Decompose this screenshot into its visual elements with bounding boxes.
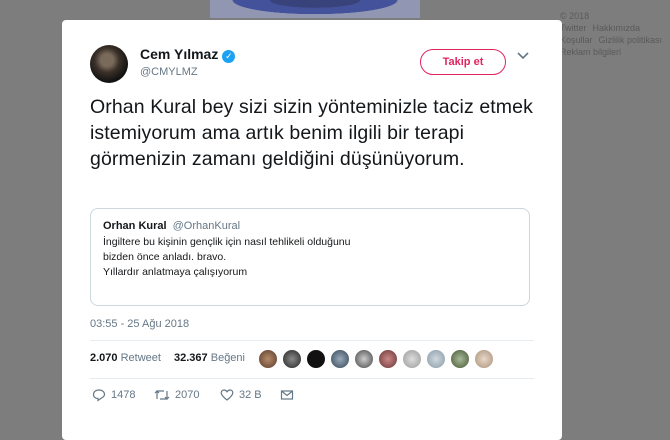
retweet-icon xyxy=(154,390,170,400)
liker-avatar[interactable] xyxy=(426,349,446,369)
liker-avatar[interactable] xyxy=(354,349,374,369)
verified-icon: ✓ xyxy=(222,50,236,63)
tweet-card: Cem Yılmaz ✓ @CMYLMZ Takip et Orhan Kural… xyxy=(62,20,562,440)
like-action-count: 32 B xyxy=(239,389,262,401)
reply-icon xyxy=(92,389,106,402)
message-icon xyxy=(280,390,294,400)
retweet-count: 2.070 xyxy=(90,352,118,364)
retweet-stat-label: Retweet xyxy=(120,352,161,364)
footer-link-terms[interactable]: Koşullar xyxy=(560,35,593,45)
reply-count: 1478 xyxy=(111,389,136,401)
heart-icon xyxy=(220,389,234,401)
author-handle[interactable]: @CMYLMZ xyxy=(140,66,198,78)
quoted-tweet[interactable]: Orhan Kural @OrhanKural İngiltere bu kiş… xyxy=(90,208,530,306)
like-count: 32.367 xyxy=(174,352,208,364)
author-name[interactable]: Cem Yılmaz xyxy=(140,46,218,62)
footer-link-about[interactable]: Hakkımızda xyxy=(593,23,641,33)
retweet-button[interactable]: 2070 xyxy=(154,388,199,402)
background-banner xyxy=(210,0,420,18)
liker-avatar[interactable] xyxy=(282,349,302,369)
liker-avatar[interactable] xyxy=(306,349,326,369)
quoted-author-handle: @OrhanKural xyxy=(172,220,241,232)
liker-avatar[interactable] xyxy=(474,349,494,369)
engagement-stats: 2.070 Retweet 32.367 Beğeni xyxy=(90,352,245,364)
retweet-action-count: 2070 xyxy=(175,389,200,401)
retweet-stat[interactable]: 2.070 Retweet xyxy=(90,352,161,364)
liker-avatar[interactable] xyxy=(378,349,398,369)
liker-avatar[interactable] xyxy=(450,349,470,369)
avatar[interactable] xyxy=(90,45,128,83)
direct-message-button[interactable] xyxy=(280,388,299,402)
quoted-tweet-text: İngiltere bu kişinin gençlik için nasıl … xyxy=(103,236,351,278)
chevron-down-icon[interactable] xyxy=(517,52,529,60)
like-stat[interactable]: 32.367 Beğeni xyxy=(174,352,245,364)
footer-link-ads[interactable]: Reklam bilgileri xyxy=(560,47,621,57)
liker-avatar[interactable] xyxy=(258,349,278,369)
footer-link-privacy[interactable]: Gizlilik politikası xyxy=(599,35,663,45)
tweet-timestamp[interactable]: 03:55 - 25 Ağu 2018 xyxy=(90,318,189,330)
like-stat-label: Beğeni xyxy=(210,352,245,364)
liker-avatar[interactable] xyxy=(330,349,350,369)
follow-button[interactable]: Takip et xyxy=(420,49,506,75)
author-name-row[interactable]: Cem Yılmaz ✓ xyxy=(140,46,236,63)
quoted-tweet-header: Orhan Kural @OrhanKural xyxy=(103,220,517,232)
divider xyxy=(90,378,534,379)
liker-avatar[interactable] xyxy=(402,349,422,369)
reply-button[interactable]: 1478 xyxy=(92,388,135,402)
footer-copyright: © 2018 Twitter xyxy=(560,11,590,33)
background-footer: © 2018 Twitter Hakkımızda Koşullar Gizlili… xyxy=(560,10,670,58)
divider xyxy=(90,340,534,341)
tweet-text: Orhan Kural bey sizi sizin yönteminizle … xyxy=(90,96,533,170)
quoted-author-name: Orhan Kural xyxy=(103,220,167,232)
like-button[interactable]: 32 B xyxy=(220,388,262,402)
